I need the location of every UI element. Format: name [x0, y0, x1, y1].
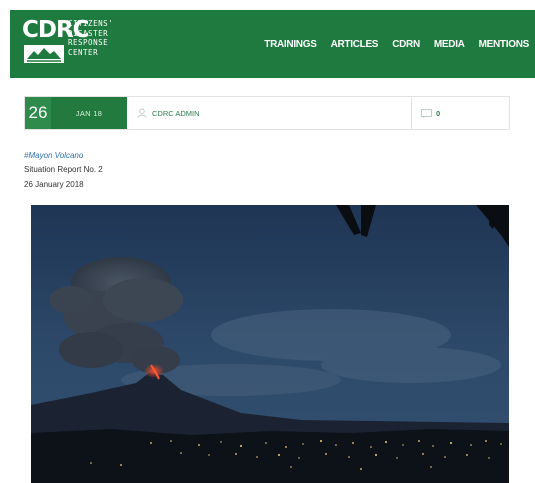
nav-mentions[interactable]: MENTIONS: [479, 39, 530, 50]
post-comments-link[interactable]: 0: [421, 97, 440, 129]
article-subtitle: Situation Report No. 2: [24, 165, 103, 174]
article-date: 26 January 2018: [24, 180, 84, 189]
logo-line-1: CITIZENS': [68, 19, 114, 28]
logo-subtitle: CITIZENS' DISASTER RESPONSE CENTER: [68, 19, 138, 57]
comment-icon: [421, 108, 432, 118]
site-header: CDRC CITIZENS' DISASTER RESPONSE CENTER …: [10, 10, 535, 78]
logo-line-3: RESPONSE: [68, 38, 109, 47]
logo-line-2: DISASTER: [68, 28, 109, 38]
foreground-hills: [31, 429, 509, 483]
volcano-photo: [31, 205, 509, 483]
page: CDRC CITIZENS' DISASTER RESPONSE CENTER …: [0, 0, 535, 483]
volcano-photo-svg: [31, 205, 509, 483]
post-author: CDRC ADMIN: [152, 108, 200, 118]
post-month-year: JAN 18: [51, 97, 127, 129]
post-meta-bar: 26 JAN 18 CDRC ADMIN 0: [24, 96, 510, 130]
nav-trainings[interactable]: TRAININGS: [264, 39, 317, 50]
nav-media[interactable]: MEDIA: [434, 39, 465, 50]
post-day: 26: [25, 97, 51, 129]
main-nav: TRAININGS ARTICLES CDRN MEDIA MENTIONS: [264, 10, 535, 78]
logo-line-4: CENTER: [68, 47, 99, 57]
nav-articles[interactable]: ARTICLES: [331, 39, 379, 50]
nav-cdrn[interactable]: CDRN: [392, 39, 420, 50]
logo-emblem-icon: [24, 45, 64, 63]
article-tag-link[interactable]: #Mayon Volcano: [24, 151, 83, 160]
post-author-link[interactable]: CDRC ADMIN: [137, 97, 200, 129]
meta-divider: [411, 97, 412, 129]
post-comments-count: 0: [436, 108, 441, 118]
user-icon: [137, 108, 147, 118]
cdrc-logo[interactable]: CDRC CITIZENS' DISASTER RESPONSE CENTER: [22, 18, 132, 70]
